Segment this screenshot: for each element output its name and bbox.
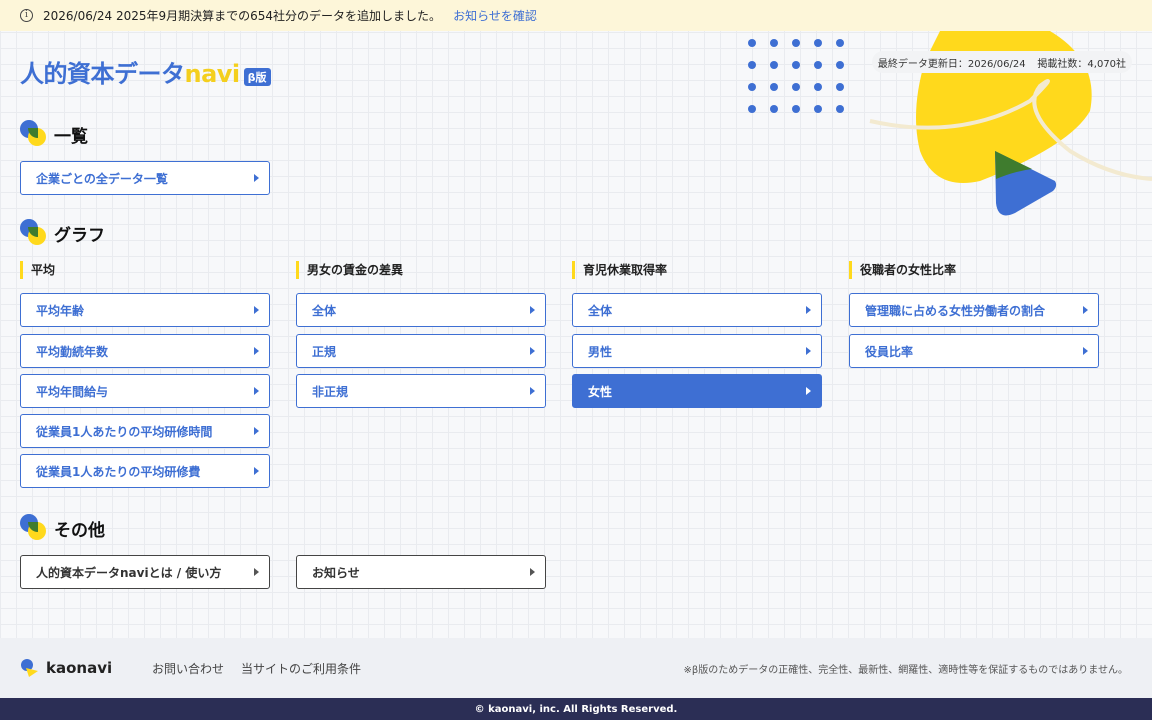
footer-brand[interactable]: kaonavi [20, 658, 152, 678]
footer: kaonavi お問い合わせ 当サイトのご利用条件 ※β版のためデータの正確性、… [0, 638, 1152, 698]
arrow-right-icon [254, 174, 259, 182]
kaonavi-logo-icon [21, 659, 38, 677]
section-title-list: 一覧 [20, 120, 88, 148]
graph-button-average-salary[interactable]: 平均年間給与 [20, 374, 270, 408]
arrow-right-icon [806, 387, 811, 395]
section-title-text: グラフ [54, 225, 105, 246]
company-count: 掲載社数：4,070社 [1037, 58, 1127, 70]
arrow-right-icon [530, 568, 535, 576]
beta-badge: β版 [243, 68, 271, 86]
button-label: 平均年間給与 [36, 384, 109, 399]
button-label: 管理職に占める女性労働者の割合 [865, 303, 1046, 318]
section-title-text: その他 [54, 520, 105, 541]
arrow-right-icon [530, 387, 535, 395]
graph-button-leave-all[interactable]: 全体 [572, 293, 822, 327]
graph-button-wage-gap-nonregular[interactable]: 非正規 [296, 374, 546, 408]
section-title-graph: グラフ [20, 219, 105, 247]
graph-button-average-tenure[interactable]: 平均勤続年数 [20, 334, 270, 368]
last-updated: 最終データ更新日：2026/06/24 [877, 58, 1026, 70]
about-button[interactable]: 人的資本データnaviとは / 使い方 [20, 555, 270, 589]
button-label: 男性 [588, 344, 613, 359]
button-label: 平均勤続年数 [36, 344, 109, 359]
arrow-right-icon [806, 306, 811, 314]
button-label: 企業ごとの全データ一覧 [36, 171, 168, 186]
notice-link[interactable]: お知らせを確認 [453, 7, 537, 24]
button-label: 人的資本データnaviとは / 使い方 [36, 565, 222, 580]
graph-button-training-hours[interactable]: 従業員1人あたりの平均研修時間 [20, 414, 270, 448]
notice-bar: i 2026/06/24 2025年9月期決算までの654社分のデータを追加しま… [0, 0, 1152, 31]
arrow-right-icon [254, 347, 259, 355]
column-heading-wage-gap: 男女の賃金の差異 [296, 261, 403, 279]
graph-button-leave-male[interactable]: 男性 [572, 334, 822, 368]
section-title-text: 一覧 [54, 126, 88, 147]
graph-button-leave-female[interactable]: 女性 [572, 374, 822, 408]
logo-main-text: 人的資本データ [20, 60, 185, 88]
arrow-right-icon [1083, 347, 1088, 355]
arrow-right-icon [254, 467, 259, 475]
graph-button-female-managers[interactable]: 管理職に占める女性労働者の割合 [849, 293, 1099, 327]
button-label: 従業員1人あたりの平均研修時間 [36, 424, 213, 439]
footer-brand-text: kaonavi [46, 659, 113, 677]
logo-text: 人的資本データnavi [20, 56, 240, 92]
button-label: 正規 [312, 344, 337, 359]
all-company-data-button[interactable]: 企業ごとの全データ一覧 [20, 161, 270, 195]
arrow-right-icon [1083, 306, 1088, 314]
graph-button-average-age[interactable]: 平均年齢 [20, 293, 270, 327]
arrow-right-icon [806, 347, 811, 355]
button-label: 従業員1人あたりの平均研修費 [36, 464, 201, 479]
arrow-right-icon [254, 427, 259, 435]
button-label: 平均年齢 [36, 303, 85, 318]
site-logo[interactable]: 人的資本データnavi β版 [20, 52, 271, 92]
arrow-right-icon [530, 306, 535, 314]
arrow-right-icon [254, 568, 259, 576]
arrow-right-icon [254, 387, 259, 395]
logo-navi-text: navi [184, 60, 241, 88]
copyright: © kaonavi, inc. All Rights Reserved. [0, 698, 1152, 720]
arrow-right-icon [530, 347, 535, 355]
graph-button-wage-gap-all[interactable]: 全体 [296, 293, 546, 327]
button-label: 非正規 [312, 384, 349, 399]
section-mark-icon [20, 219, 48, 247]
info-icon: i [20, 9, 33, 22]
arrow-right-icon [254, 306, 259, 314]
footer-link-contact[interactable]: お問い合わせ [152, 660, 224, 677]
footer-disclaimer: ※β版のためデータの正確性、完全性、最新性、網羅性、適時性等を保証するものではあ… [683, 664, 1128, 676]
graph-button-executive-ratio[interactable]: 役員比率 [849, 334, 1099, 368]
section-mark-icon [20, 120, 48, 148]
footer-link-terms[interactable]: 当サイトのご利用条件 [241, 660, 361, 677]
graph-button-training-cost[interactable]: 従業員1人あたりの平均研修費 [20, 454, 270, 488]
graph-button-wage-gap-regular[interactable]: 正規 [296, 334, 546, 368]
button-label: お知らせ [312, 565, 360, 580]
button-label: 役員比率 [865, 344, 914, 359]
section-title-other: その他 [20, 514, 105, 542]
news-button[interactable]: お知らせ [296, 555, 546, 589]
column-heading-childcare-leave: 育児休業取得率 [572, 261, 667, 279]
button-label: 全体 [588, 303, 613, 318]
button-label: 全体 [312, 303, 337, 318]
section-mark-icon [20, 514, 48, 542]
column-heading-average: 平均 [20, 261, 55, 279]
notice-text: 2026/06/24 2025年9月期決算までの654社分のデータを追加しました… [43, 9, 442, 23]
button-label: 女性 [588, 384, 613, 399]
column-heading-female-executives: 役職者の女性比率 [849, 261, 956, 279]
data-meta: 最終データ更新日：2026/06/24 掲載社数：4,070社 [872, 51, 1132, 73]
